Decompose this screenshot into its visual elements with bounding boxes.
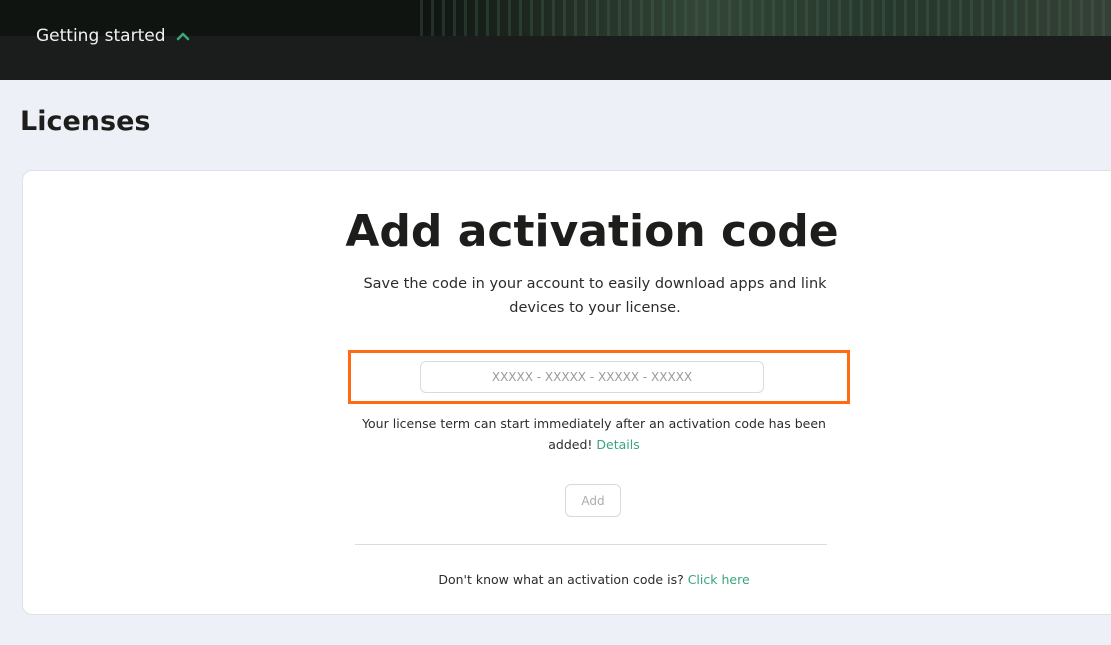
header-background-image	[420, 0, 1111, 36]
click-here-link[interactable]: Click here	[688, 572, 750, 587]
activation-description: Save the code in your account to easily …	[363, 276, 827, 316]
getting-started-label: Getting started	[36, 26, 166, 46]
details-link[interactable]: Details	[596, 437, 639, 452]
add-button[interactable]: Add	[565, 484, 621, 517]
help-text: Don't know what an activation code is?	[438, 572, 684, 587]
divider	[355, 544, 827, 545]
license-term-note: Your license term can start immediately …	[346, 413, 842, 455]
term-note-text: Your license term can start immediately …	[362, 416, 826, 452]
chevron-up-icon	[176, 32, 189, 41]
activation-code-input[interactable]	[420, 361, 764, 393]
top-header: Getting started	[0, 0, 1111, 80]
page-title: Licenses	[20, 106, 151, 137]
help-line: Don't know what an activation code is? C…	[346, 572, 842, 587]
getting-started-toggle[interactable]: Getting started	[36, 22, 191, 50]
activation-heading: Add activation code	[345, 206, 839, 257]
